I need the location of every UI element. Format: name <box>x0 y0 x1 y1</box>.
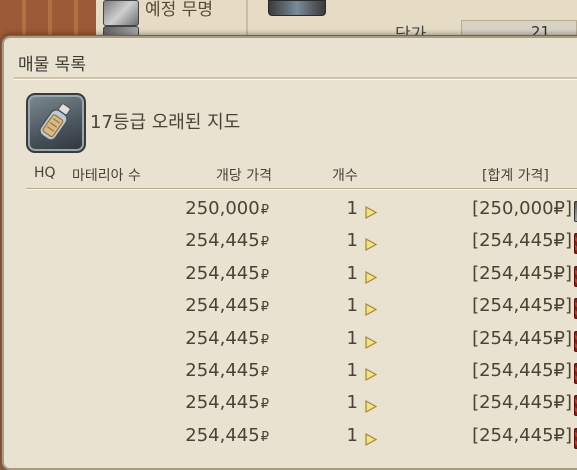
total-price: [254,445₽] <box>472 360 572 381</box>
gil-symbol: ₽ <box>260 235 269 251</box>
play-triangle-icon[interactable] <box>364 431 378 446</box>
play-triangle-icon[interactable] <box>364 301 378 317</box>
gil-symbol: ₽ <box>260 267 269 283</box>
play-triangle-icon[interactable] <box>364 204 378 220</box>
gil-symbol: ₽ <box>260 365 269 380</box>
table-row[interactable]: 254,445₽ 1 [254,445₽] <box>4 291 577 323</box>
table-row[interactable]: 254,445₽ 1 [254,445₽] <box>4 421 577 453</box>
unit-price: 254,445₽ <box>185 327 269 349</box>
item-name: 17등급 오래된 지도 <box>90 112 241 133</box>
total-price: [254,445₽] <box>472 327 572 349</box>
total-price: [254,445₽] <box>472 424 572 446</box>
quantity: 1 <box>346 327 358 349</box>
table-row[interactable]: 250,000₽ 1 [250,000₽] <box>4 194 577 226</box>
background-item-text: 예정 무명 <box>145 0 213 20</box>
table-row[interactable]: 254,445₽ 1 [254,445₽] <box>4 259 577 291</box>
total-price: [250,000₽] <box>472 198 572 219</box>
item-icon[interactable] <box>103 0 139 26</box>
window-title: 매물 목록 <box>18 55 86 75</box>
total-price: [254,445₽] <box>472 262 572 284</box>
column-header-total[interactable]: [합계 가격] <box>482 165 549 185</box>
quantity: 1 <box>346 295 358 317</box>
item-icon[interactable] <box>268 0 326 16</box>
column-header-materia[interactable]: 마테리아 수 <box>72 165 141 185</box>
background-texture <box>0 0 96 40</box>
gil-symbol: ₽ <box>260 332 269 348</box>
quantity: 1 <box>346 392 358 414</box>
table-row[interactable]: 254,445₽ 1 [254,445₽] <box>4 388 577 420</box>
play-triangle-icon[interactable] <box>364 398 378 414</box>
gil-symbol: ₽ <box>260 429 269 445</box>
total-price: [254,445₽] <box>472 230 572 252</box>
divider <box>26 189 577 190</box>
quantity: 1 <box>346 424 358 446</box>
quantity: 1 <box>346 262 358 284</box>
table-row[interactable]: 254,445₽ 1 [254,445₽] <box>4 356 577 388</box>
column-header-unit-price[interactable]: 개당 가격 <box>216 165 272 185</box>
divider <box>14 79 577 80</box>
table-row[interactable]: 254,445₽ 1 [254,445₽] <box>4 324 577 356</box>
gil-symbol: ₽ <box>260 203 269 218</box>
column-header-hq[interactable]: HQ <box>34 165 56 181</box>
quantity: 1 <box>346 198 358 219</box>
gil-symbol: ₽ <box>260 300 269 316</box>
unit-price: 254,445₽ <box>185 262 269 284</box>
quantity: 1 <box>346 360 358 381</box>
quantity: 1 <box>346 230 358 252</box>
play-triangle-icon[interactable] <box>364 236 378 252</box>
total-price: [254,445₽] <box>472 295 572 317</box>
table-row[interactable]: 254,445₽ 1 [254,445₽] <box>4 226 577 258</box>
gil-symbol: ₽ <box>260 397 269 413</box>
total-price: [254,445₽] <box>472 392 572 414</box>
play-triangle-icon[interactable] <box>364 366 378 382</box>
play-triangle-icon[interactable] <box>364 334 378 349</box>
unit-price: 254,445₽ <box>185 360 269 381</box>
play-triangle-icon[interactable] <box>364 269 378 284</box>
unit-price: 254,445₽ <box>185 424 269 446</box>
bottle-map-icon[interactable] <box>26 93 86 153</box>
listings-window: 매물 목록 17등급 오래된 지도 HQ 마테리아 수 개당 가격 개수 [합계… <box>2 36 577 470</box>
column-header-quantity[interactable]: 개수 <box>332 165 358 185</box>
unit-price: 254,445₽ <box>185 295 269 317</box>
unit-price: 250,000₽ <box>185 198 269 219</box>
unit-price: 254,445₽ <box>185 392 269 414</box>
divider <box>246 0 248 40</box>
unit-price: 254,445₽ <box>185 230 269 252</box>
